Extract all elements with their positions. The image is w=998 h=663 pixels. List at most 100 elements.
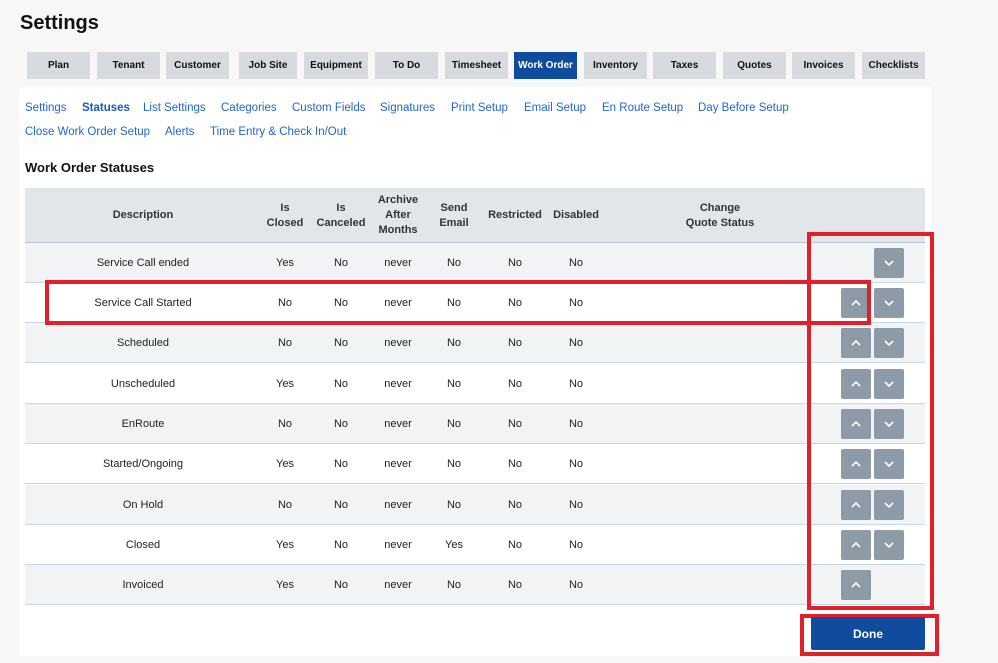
cell-disabled: No (568, 499, 584, 511)
header-disabled: Disabled (553, 209, 599, 221)
cell-disabled: No (568, 418, 584, 430)
cell-restricted: No (507, 418, 523, 430)
cell-is-canceled: No (333, 378, 349, 390)
sublink-signatures[interactable]: Signatures (380, 102, 435, 114)
cell-send-email: Yes (445, 539, 463, 551)
cell-restricted: No (507, 579, 523, 591)
tab-tenant[interactable]: Tenant (97, 52, 160, 79)
cell-is-closed: Yes (276, 378, 294, 390)
cell-description: Unscheduled (110, 378, 176, 390)
cell-send-email: No (446, 579, 462, 591)
sublink-print-setup[interactable]: Print Setup (451, 102, 508, 114)
cell-restricted: No (507, 539, 523, 551)
cell-archive: never (384, 378, 412, 390)
table-row: Unscheduled Yes No never No No No (25, 364, 925, 404)
cell-description: On Hold (122, 499, 164, 511)
tab-customer[interactable]: Customer (166, 52, 229, 79)
cell-is-closed: Yes (276, 539, 294, 551)
cell-description: Closed (125, 539, 161, 551)
cell-disabled: No (568, 337, 584, 349)
sublink-time-entry-check-in-out[interactable]: Time Entry & Check In/Out (210, 126, 346, 138)
cell-restricted: No (507, 378, 523, 390)
tab-plan[interactable]: Plan (27, 52, 90, 79)
table-row: Invoiced Yes No never No No No (25, 565, 925, 605)
highlight-row-box (45, 280, 871, 325)
cell-disabled: No (568, 458, 584, 470)
cell-is-canceled: No (333, 337, 349, 349)
tab-job-site[interactable]: Job Site (239, 52, 297, 79)
cell-description: Service Call ended (96, 257, 190, 269)
table-row: On Hold No No never No No No (25, 485, 925, 525)
cell-send-email: No (446, 257, 462, 269)
cell-description: EnRoute (121, 418, 165, 430)
tab-invoices[interactable]: Invoices (792, 52, 855, 79)
cell-disabled: No (568, 378, 584, 390)
done-button[interactable]: Done (811, 617, 925, 650)
cell-is-closed: No (277, 499, 293, 511)
tab-taxes[interactable]: Taxes (653, 52, 716, 79)
cell-is-canceled: No (333, 458, 349, 470)
cell-description: Invoiced (122, 579, 164, 591)
cell-is-closed: No (277, 337, 293, 349)
cell-archive: never (384, 337, 412, 349)
cell-send-email: No (446, 458, 462, 470)
table-row: Closed Yes No never Yes No No (25, 525, 925, 565)
sublink-settings[interactable]: Settings (25, 102, 67, 114)
sublink-day-before-setup[interactable]: Day Before Setup (698, 102, 789, 114)
cell-archive: never (384, 539, 412, 551)
cell-archive: never (384, 257, 412, 269)
cell-is-canceled: No (333, 579, 349, 591)
cell-restricted: No (507, 499, 523, 511)
tab-work-order[interactable]: Work Order (514, 52, 577, 79)
cell-send-email: No (446, 378, 462, 390)
cell-is-closed: No (277, 418, 293, 430)
cell-archive: never (384, 458, 412, 470)
sublink-en-route-setup[interactable]: En Route Setup (602, 102, 683, 114)
table-header: Description Is Closed Is Canceled Archive A… (25, 188, 925, 243)
cell-is-canceled: No (333, 539, 349, 551)
cell-is-closed: Yes (276, 257, 294, 269)
table-row: Service Call ended Yes No never No No No (25, 243, 925, 283)
tab-timesheet[interactable]: Timesheet (445, 52, 508, 79)
cell-is-canceled: No (333, 257, 349, 269)
cell-is-canceled: No (333, 499, 349, 511)
tab-equipment[interactable]: Equipment (304, 52, 368, 79)
sublink-categories[interactable]: Categories (221, 102, 277, 114)
page-title: Settings (20, 12, 99, 34)
cell-archive: never (384, 579, 412, 591)
header-archive: Archive After Months (377, 194, 419, 236)
sublink-statuses[interactable]: Statuses (82, 102, 130, 114)
cell-archive: never (384, 418, 412, 430)
table-row: EnRoute No No never No No No (25, 404, 925, 444)
sublink-email-setup[interactable]: Email Setup (524, 102, 586, 114)
cell-disabled: No (568, 257, 584, 269)
header-send-email: Send Email (439, 201, 469, 229)
sublink-custom-fields[interactable]: Custom Fields (292, 102, 366, 114)
tab-checklists[interactable]: Checklists (862, 52, 925, 79)
cell-disabled: No (568, 579, 584, 591)
tab-inventory[interactable]: Inventory (584, 52, 647, 79)
header-restricted: Restricted (488, 209, 542, 221)
cell-send-email: No (446, 337, 462, 349)
cell-send-email: No (446, 418, 462, 430)
header-is-canceled: Is Canceled (316, 201, 366, 229)
tab-to-do[interactable]: To Do (375, 52, 438, 79)
table-row: Scheduled No No never No No No (25, 323, 925, 363)
cell-send-email: No (446, 499, 462, 511)
cell-is-canceled: No (333, 418, 349, 430)
sublink-list-settings[interactable]: List Settings (143, 102, 206, 114)
cell-archive: never (384, 499, 412, 511)
cell-description: Started/Ongoing (102, 458, 184, 470)
header-change-quote: Change Quote Status (685, 201, 755, 229)
section-title: Work Order Statuses (25, 160, 155, 175)
cell-is-closed: Yes (276, 579, 294, 591)
cell-is-closed: Yes (276, 458, 294, 470)
header-is-closed: Is Closed (266, 201, 304, 229)
sublink-alerts[interactable]: Alerts (165, 126, 194, 138)
cell-description: Scheduled (117, 337, 169, 349)
cell-restricted: No (507, 337, 523, 349)
tab-quotes[interactable]: Quotes (723, 52, 786, 79)
highlight-arrows-box (807, 232, 934, 610)
sublink-close-work-order-setup[interactable]: Close Work Order Setup (25, 126, 150, 138)
cell-restricted: No (507, 458, 523, 470)
